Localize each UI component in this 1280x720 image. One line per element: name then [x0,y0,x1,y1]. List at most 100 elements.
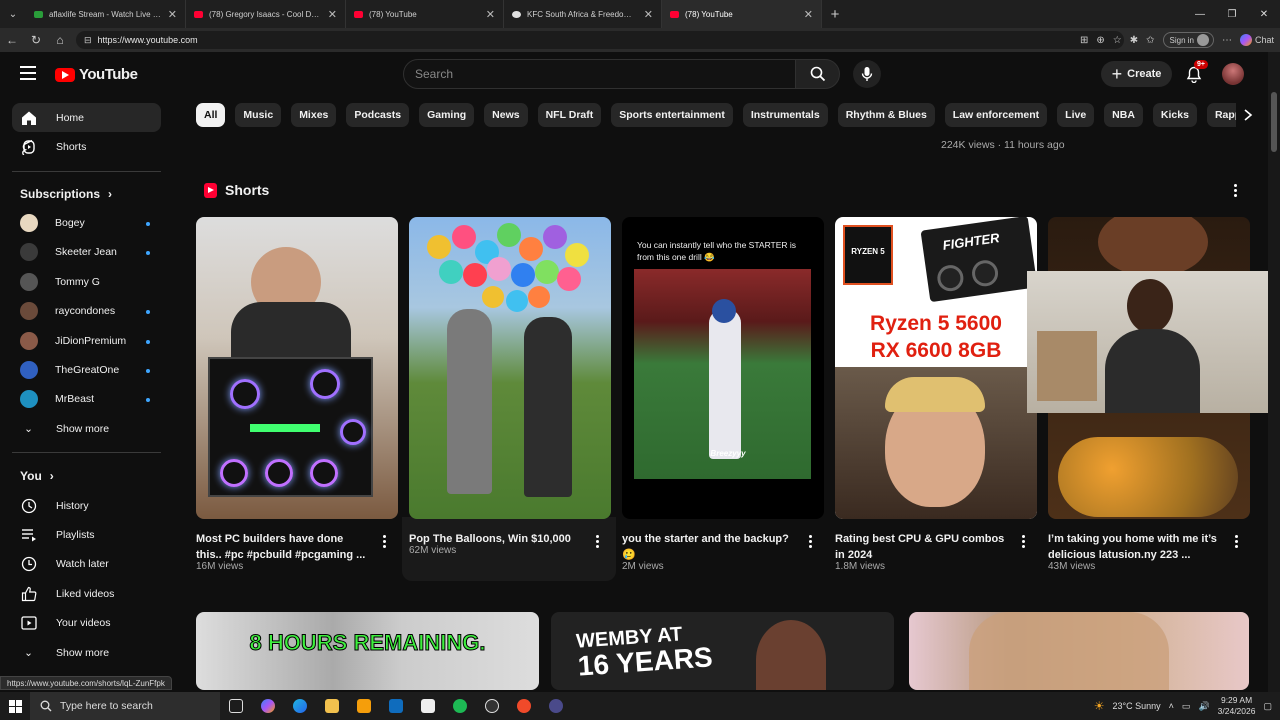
short-thumbnail[interactable]: RYZEN 5 FIGHTER Ryzen 5 5600 RX 6600 8GB [835,217,1037,519]
close-tab-icon[interactable]: ✕ [328,8,337,21]
site-info-icon[interactable]: ⊟ [84,35,92,46]
chip-law-enforcement[interactable]: Law enforcement [944,103,1048,127]
windows-start-icon[interactable] [0,699,30,713]
favorites-icon[interactable]: ✩ [1146,35,1154,46]
app-icon[interactable] [540,692,572,720]
document-icon[interactable] [412,692,444,720]
subscription-item[interactable]: Skeeter Jean [20,239,150,265]
short-card[interactable]: RYZEN 5 FIGHTER Ryzen 5 5600 RX 6600 8GB… [835,217,1037,572]
sidebar-item-home[interactable]: Home [12,103,161,132]
short-title[interactable]: Rating best CPU & GPU combos in 2024 [835,531,1007,563]
app-available-icon[interactable]: ⊞ [1080,35,1088,46]
create-button[interactable]: + Create [1101,61,1172,87]
close-tab-icon[interactable]: ✕ [168,8,177,21]
task-view-icon[interactable] [220,692,252,720]
store-icon[interactable] [348,692,380,720]
taskbar-search-box[interactable]: Type here to search [30,692,220,720]
tray-chevron-icon[interactable]: ˄ [1169,701,1174,711]
chip-kicks[interactable]: Kicks [1152,103,1197,127]
subscription-item[interactable]: raycondones [20,298,150,324]
spotify-icon[interactable] [444,692,476,720]
sidebar-item-watch-later[interactable]: Watch later [12,549,161,578]
outlook-icon[interactable] [380,692,412,720]
home-button-icon[interactable]: ⌂ [48,33,72,47]
subscription-item[interactable]: MrBeast [20,386,150,412]
short-thumbnail[interactable]: You can instantly tell who the STARTER i… [622,217,824,519]
sidebar-item-history[interactable]: History [12,491,161,520]
short-title[interactable]: Most PC builders have done this.. #pc #p… [196,531,368,563]
favorite-star-icon[interactable]: ☆ [1113,35,1122,46]
notifications-icon[interactable]: ▢ [1263,701,1272,712]
volume-icon[interactable]: 🔊 [1198,701,1209,712]
short-title[interactable]: I’m taking you home with me it’s delicio… [1048,531,1220,563]
short-thumbnail[interactable] [196,217,398,519]
subscription-item[interactable]: JiDionPremium [20,328,150,354]
show-more-you[interactable]: ⌄ Show more [12,638,161,667]
refresh-icon[interactable]: ↻ [24,33,48,47]
show-more-subscriptions[interactable]: ⌄ Show more [12,414,161,443]
sign-in-button[interactable]: Sign in [1162,32,1214,48]
close-tab-icon[interactable]: ✕ [644,8,653,21]
chip-gaming[interactable]: Gaming [419,103,475,127]
chip-mixes[interactable]: Mixes [291,103,337,127]
search-input[interactable]: Search [403,59,796,89]
sidebar-item-shorts[interactable]: Shorts [12,132,161,161]
more-menu-icon[interactable]: ⋯ [1222,35,1232,46]
video-thumbnail[interactable]: 8 HOURS REMAINING. [196,612,539,690]
short-card[interactable]: Most PC builders have done this.. #pc #p… [196,217,398,572]
subscription-item[interactable]: Tommy G [20,269,150,295]
scrollbar-thumb[interactable] [1271,92,1277,152]
tab-actions-chevron-icon[interactable]: ⌄ [0,0,26,28]
sidebar-item-your-videos[interactable]: Your videos [12,608,161,637]
notifications-button[interactable]: 9+ [1182,60,1208,86]
voice-search-button[interactable] [853,60,881,88]
extensions-icon[interactable]: ✱ [1130,35,1138,46]
short-card[interactable]: Pop The Balloons, Win $10,000 62M views [409,217,611,556]
more-options-icon[interactable] [595,535,599,548]
short-thumbnail[interactable] [409,217,611,519]
chip-all[interactable]: All [196,103,226,127]
youtube-logo[interactable]: YouTube [55,66,138,83]
more-options-icon[interactable] [808,535,812,548]
chips-next-chevron-icon[interactable] [1236,103,1260,127]
browser-tab-active[interactable]: (78) YouTube ✕ [662,0,822,28]
more-options-icon[interactable] [1234,535,1238,548]
browser-tab[interactable]: (78) Gregory Isaacs - Cool Down T ✕ [186,0,346,28]
subscriptions-heading[interactable]: Subscriptions › [20,187,112,201]
chip-instrumentals[interactable]: Instrumentals [742,103,828,127]
short-title[interactable]: you the starter and the backup? 🥲 [622,531,794,563]
new-tab-plus-icon[interactable]: + [822,6,848,23]
weather-text[interactable]: 23°C Sunny [1113,701,1161,711]
back-arrow-icon[interactable]: ← [0,33,24,47]
zoom-icon[interactable]: ⊕ [1096,35,1104,46]
taskbar-clock[interactable]: 9:29 AM 3/24/2026 [1218,695,1256,717]
short-card[interactable]: You can instantly tell who the STARTER i… [622,217,824,572]
chip-music[interactable]: Music [235,103,282,127]
minimize-icon[interactable]: — [1184,0,1216,28]
obs-icon[interactable] [476,692,508,720]
browser-tab[interactable]: KFC South Africa & Freedom Drea ✕ [504,0,662,28]
maximize-icon[interactable]: ❐ [1216,0,1248,28]
account-avatar[interactable] [1222,63,1244,85]
browser-tab[interactable]: aflaxlife Stream - Watch Live on K ✕ [26,0,186,28]
app-icon[interactable] [508,692,540,720]
subscription-item[interactable]: Bogey [20,210,150,236]
edge-browser-icon[interactable] [284,692,316,720]
chip-sports-entertainment[interactable]: Sports entertainment [611,103,733,127]
menu-hamburger-icon[interactable] [20,66,36,80]
file-explorer-icon[interactable] [316,692,348,720]
chip-live[interactable]: Live [1057,103,1095,127]
video-thumbnail[interactable] [909,612,1249,690]
subscription-item[interactable]: TheGreatOne [20,357,150,383]
close-tab-icon[interactable]: ✕ [804,8,813,21]
network-icon[interactable]: ▭ [1182,701,1191,712]
sidebar-item-liked-videos[interactable]: Liked videos [12,579,161,608]
browser-tab[interactable]: (78) YouTube ✕ [346,0,504,28]
address-bar[interactable]: ⊟ https://www.youtube.com [76,31,1124,49]
shelf-more-options-icon[interactable] [1233,184,1237,197]
close-tab-icon[interactable]: ✕ [486,8,495,21]
copilot-taskbar-icon[interactable] [252,692,284,720]
you-heading[interactable]: You › [20,469,54,483]
sidebar-item-playlists[interactable]: Playlists [12,520,161,549]
chip-podcasts[interactable]: Podcasts [346,103,410,127]
